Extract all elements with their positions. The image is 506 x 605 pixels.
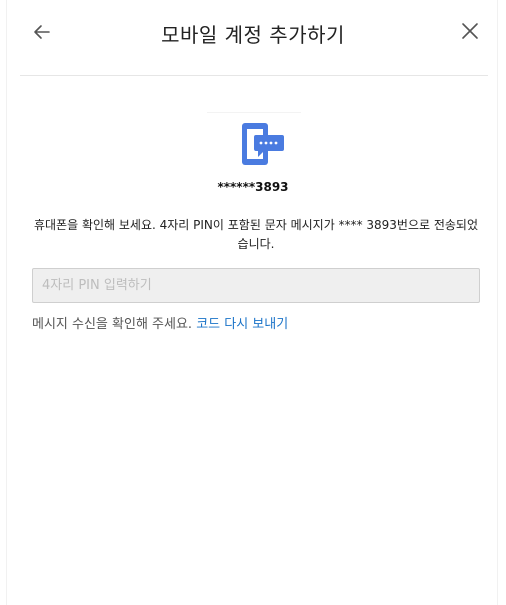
verification-icon-area: [207, 112, 301, 177]
instruction-text: 휴대폰을 확인해 보세요. 4자리 PIN이 포함된 문자 메시지가 **** …: [33, 218, 479, 251]
pin-input[interactable]: [32, 268, 480, 303]
resend-prompt: 메시지 수신을 확인해 주세요.: [32, 317, 193, 332]
header-divider: [20, 75, 488, 76]
close-button[interactable]: [458, 19, 482, 43]
page-title: 모바일 계정 추가하기: [161, 23, 345, 47]
dialog-header: 모바일 계정 추가하기: [0, 0, 506, 70]
close-icon: [462, 23, 478, 39]
phone-message-icon: [242, 123, 284, 165]
resend-row: 메시지 수신을 확인해 주세요. 코드 다시 보내기: [32, 313, 288, 332]
masked-phone-number: ******3893: [217, 180, 289, 194]
resend-code-link[interactable]: 코드 다시 보내기: [196, 317, 288, 332]
